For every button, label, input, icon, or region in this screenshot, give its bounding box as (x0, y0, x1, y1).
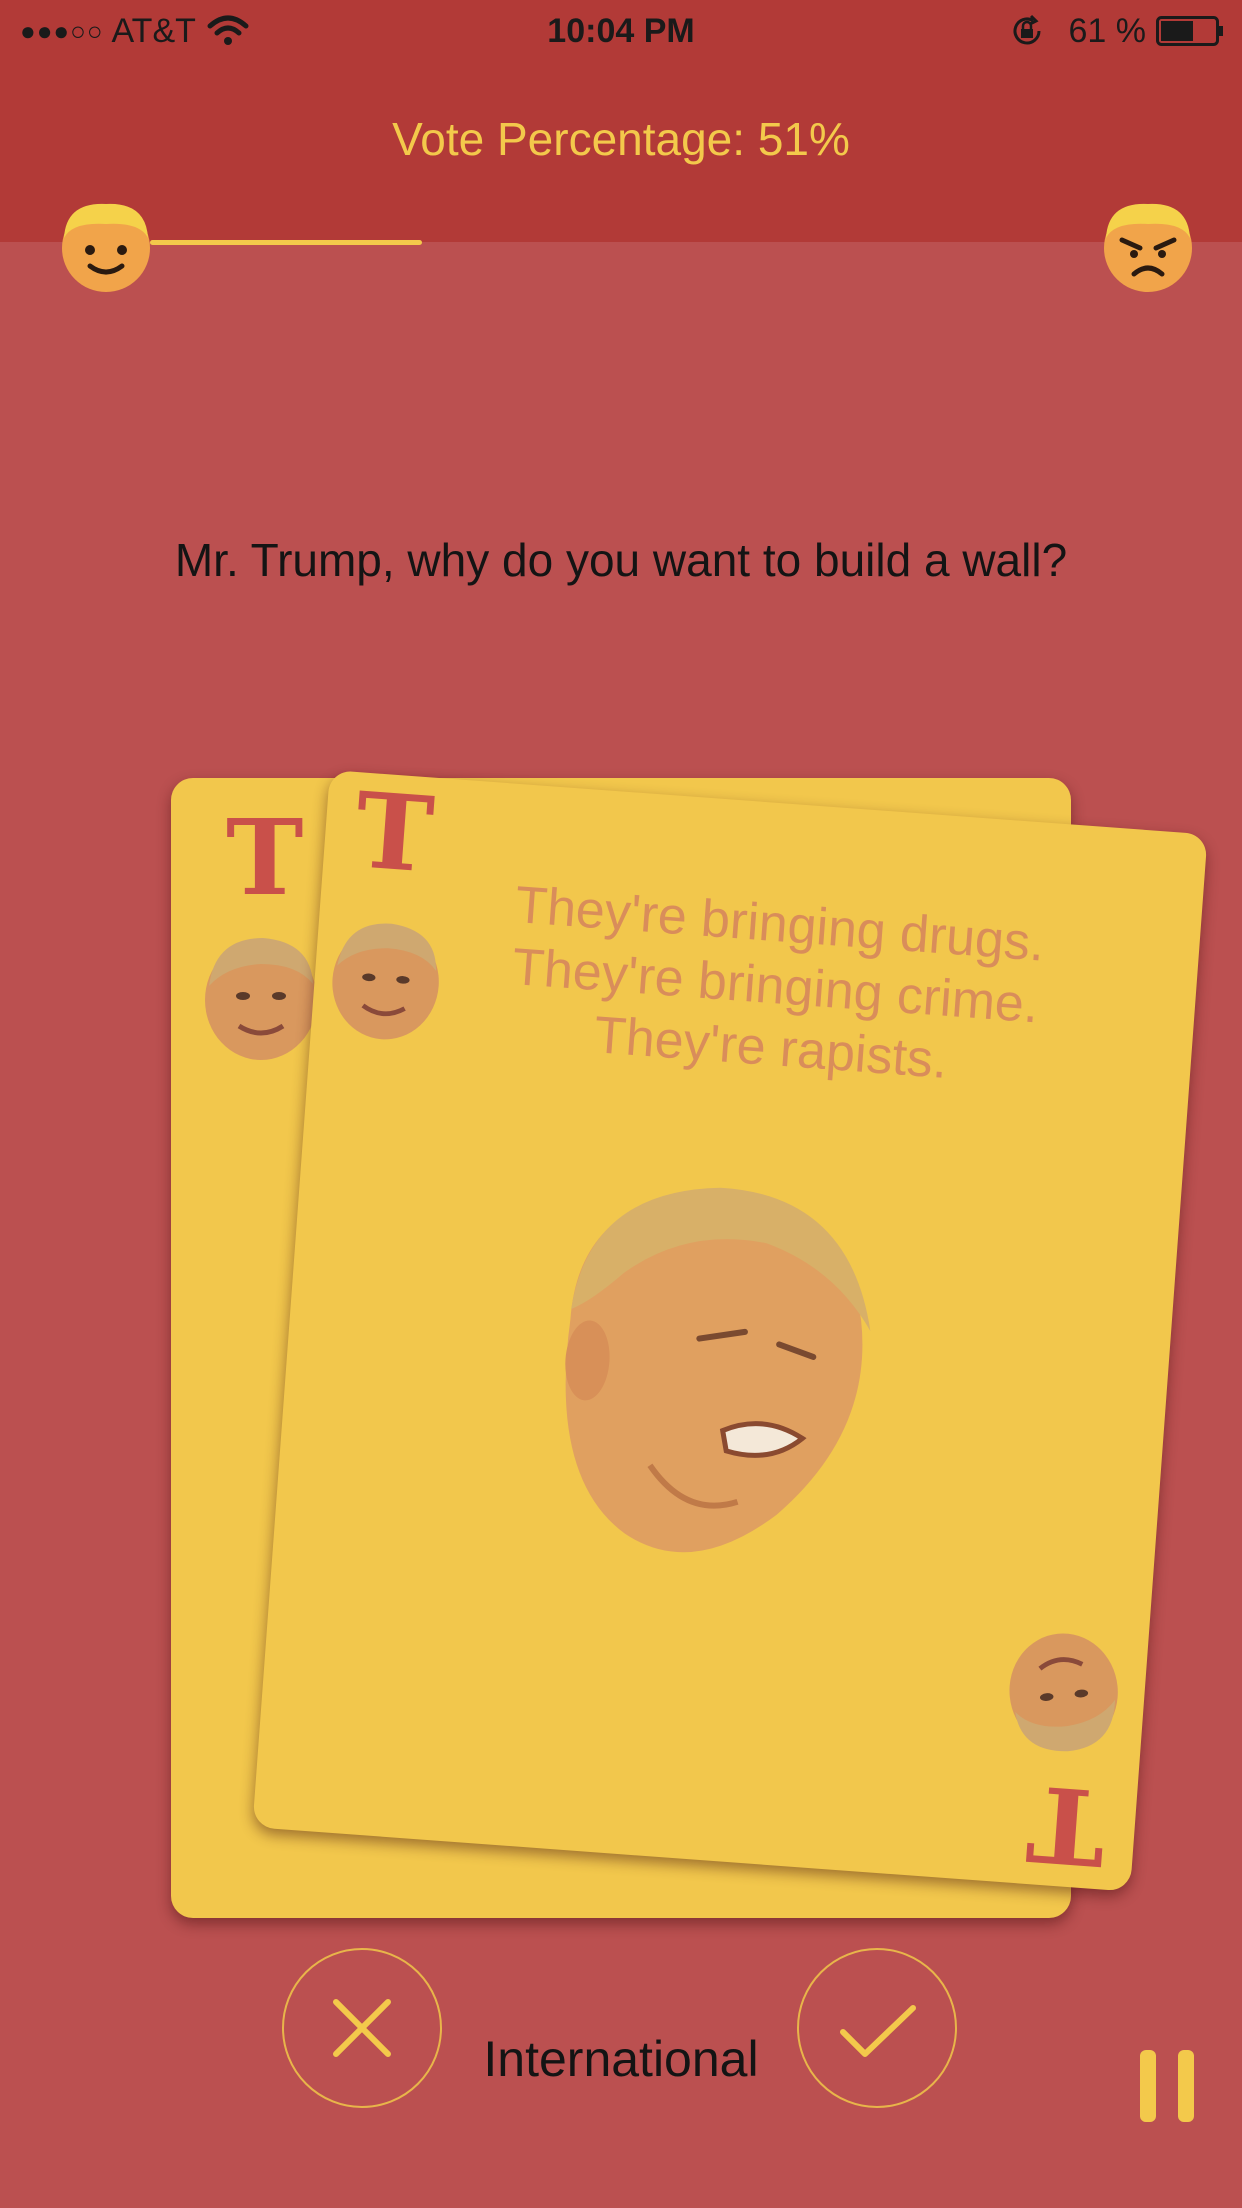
trump-face-icon (332, 923, 439, 1040)
battery-icon (1156, 16, 1223, 46)
rotation-lock-icon (1013, 14, 1040, 45)
vote-progress-bar (150, 240, 422, 245)
angry-face-icon (1104, 203, 1192, 292)
battery-percent: 61 % (1068, 12, 1147, 50)
pause-icon (1140, 2050, 1156, 2122)
status-right: 61 % (1009, 8, 1225, 54)
trump-face-icon (205, 938, 317, 1060)
card-corner-letter: T (226, 796, 304, 919)
close-icon (333, 1999, 391, 2057)
front-card[interactable]: T They're bringing drugs. They're bringi… (252, 768, 1208, 1892)
trump-face-illustration (565, 1187, 871, 1553)
happy-face-icon (62, 203, 150, 292)
question-text: Mr. Trump, why do you want to build a wa… (174, 534, 1068, 586)
card-corner-letter: T (351, 768, 438, 897)
card-quote-text: They're bringing drugs. They're bringing… (510, 876, 1047, 1090)
card-corner-letter-inverted: T (1022, 1761, 1110, 1890)
vote-percentage-title: Vote Percentage: 51% (392, 113, 850, 165)
accept-button[interactable] (797, 1948, 957, 2108)
checkmark-icon (840, 2005, 916, 2057)
pause-icon-bar (1178, 2050, 1194, 2122)
header-bar: ●●●○○ AT&T 10:04 PM 61 % Vote Percentage… (0, 0, 1242, 242)
trump-face-icon (1009, 1633, 1118, 1752)
category-label: International (483, 2031, 759, 2087)
reject-button[interactable] (282, 1948, 442, 2108)
pause-button[interactable] (1138, 2050, 1198, 2122)
